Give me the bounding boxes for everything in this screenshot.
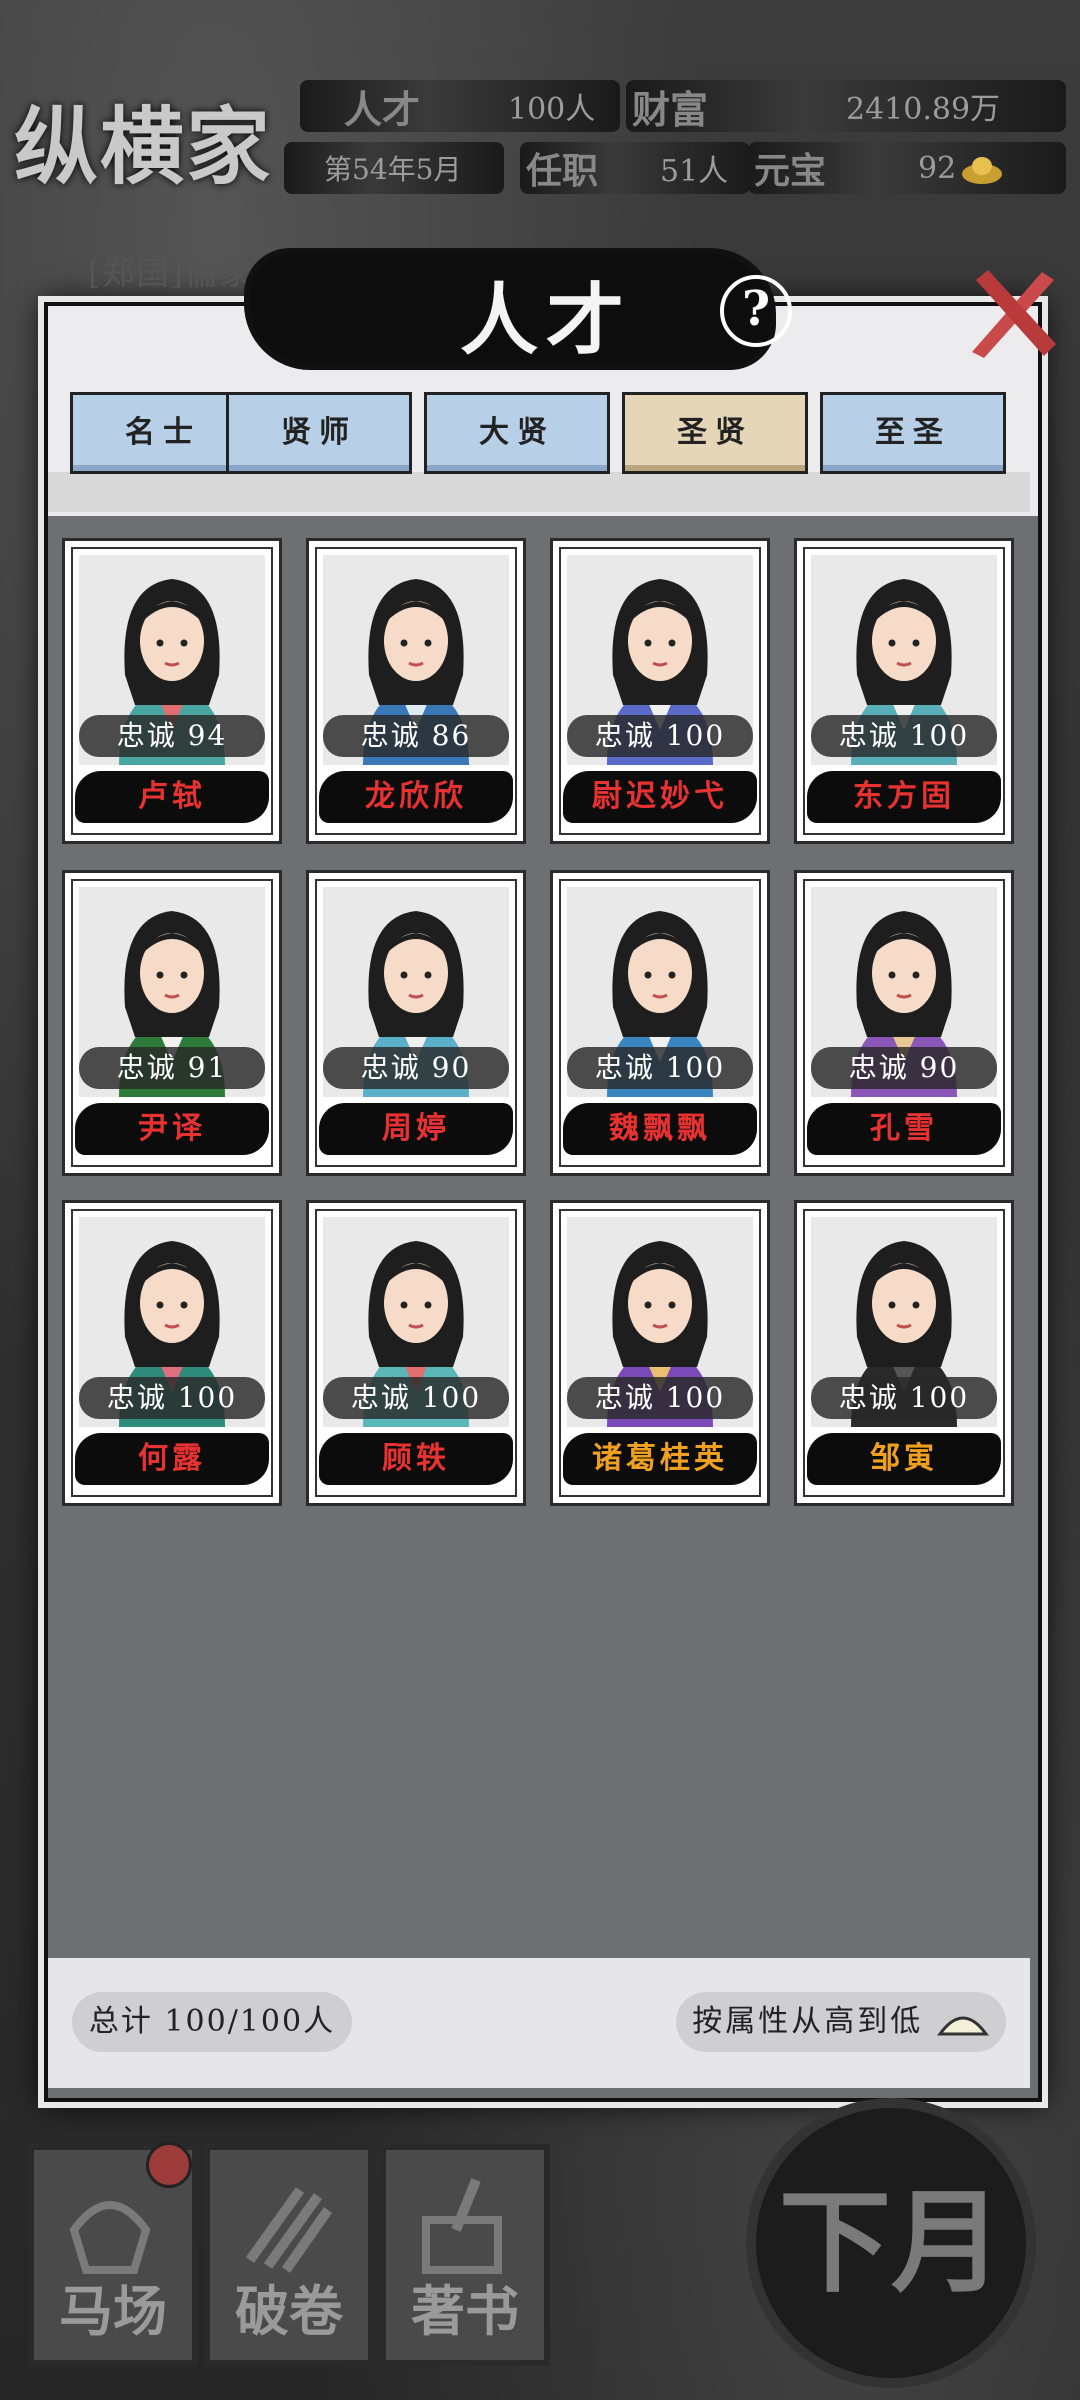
office-label: 任职 <box>526 150 599 192</box>
talent-card[interactable]: 忠诚 86 龙欣欣 <box>306 538 526 844</box>
talent-stat[interactable]: 人才 100人 <box>300 80 620 132</box>
close-icon[interactable] <box>962 262 1062 362</box>
top-hud: 纵横家 人才 100人 财富 2410.89万 第54年5月 任职 51人 元宝… <box>0 70 1080 220</box>
loyalty-badge: 忠诚 90 <box>811 1047 997 1089</box>
sort-label: 按属性从高到低 <box>692 2004 924 2039</box>
loyalty-badge: 忠诚 100 <box>79 1377 265 1419</box>
dialog-title: 人才 <box>460 275 633 366</box>
loyalty-badge: 忠诚 90 <box>323 1047 509 1089</box>
talent-name: 卢轼 <box>75 771 269 823</box>
tab-daxian[interactable]: 大贤 <box>424 392 610 474</box>
write-book-label: 著书 <box>411 2279 519 2343</box>
notification-dot <box>146 2142 192 2188</box>
talent-value: 100人 <box>508 92 596 127</box>
tab-zhisheng[interactable]: 至圣 <box>820 392 1006 474</box>
date-text: 第54年5月 <box>324 153 462 186</box>
talent-card[interactable]: 忠诚 100 诸葛桂英 <box>550 1200 770 1506</box>
talent-card[interactable]: 忠诚 100 东方固 <box>794 538 1014 844</box>
talent-label: 人才 <box>344 86 421 132</box>
loyalty-badge: 忠诚 100 <box>567 1047 753 1089</box>
talent-card[interactable]: 忠诚 90 周婷 <box>306 870 526 1176</box>
yuanbao-label: 元宝 <box>754 150 827 192</box>
office-stat[interactable]: 任职 51人 <box>520 142 750 194</box>
tab-shengxian[interactable]: 圣贤 <box>622 392 808 474</box>
talent-card[interactable]: 忠诚 91 尹译 <box>62 870 282 1176</box>
talent-name: 顾轶 <box>319 1433 513 1485</box>
talent-name: 周婷 <box>319 1103 513 1155</box>
talent-card[interactable]: 忠诚 100 顾轶 <box>306 1200 526 1506</box>
talent-card[interactable]: 忠诚 100 魏飘飘 <box>550 870 770 1176</box>
loyalty-badge: 忠诚 100 <box>567 1377 753 1419</box>
bamboo-scroll-icon <box>245 2187 332 2273</box>
break-scroll-button[interactable]: 破卷 <box>204 2144 374 2366</box>
write-book-button[interactable]: 著书 <box>380 2144 550 2366</box>
office-value: 51人 <box>660 154 729 189</box>
yuanbao-stat[interactable]: 元宝 92 <box>748 142 1066 194</box>
sort-button[interactable]: 按属性从高到低 <box>676 1992 1006 2052</box>
sort-arrow-icon <box>936 2016 989 2036</box>
next-month-button[interactable]: 下月 <box>756 2108 1026 2378</box>
talent-name: 孔雪 <box>807 1103 1001 1155</box>
talent-name: 尹译 <box>75 1103 269 1155</box>
question-icon[interactable]: ? <box>720 275 792 347</box>
talent-card[interactable]: 忠诚 90 孔雪 <box>794 870 1014 1176</box>
talent-name: 魏飘飘 <box>563 1103 757 1155</box>
loyalty-badge: 忠诚 100 <box>811 1377 997 1419</box>
brush-book-icon <box>422 2178 502 2274</box>
talent-name: 东方固 <box>807 771 1001 823</box>
wealth-label: 财富 <box>632 86 709 132</box>
horse-saddle-icon <box>69 2201 151 2274</box>
loyalty-badge: 忠诚 100 <box>323 1377 509 1419</box>
tabs-divider <box>48 472 1030 512</box>
yuanbao-value: 92 <box>918 150 957 186</box>
gold-ingot-icon <box>962 157 1002 184</box>
tab-xianshi[interactable]: 贤师 <box>226 392 412 474</box>
talent-card[interactable]: 忠诚 100 尉迟妙弋 <box>550 538 770 844</box>
loyalty-badge: 忠诚 86 <box>323 715 509 757</box>
talent-card[interactable]: 忠诚 94 卢轼 <box>62 538 282 844</box>
break-scroll-label: 破卷 <box>235 2279 343 2343</box>
date-display: 第54年5月 <box>284 142 504 194</box>
talent-name: 邹寅 <box>807 1433 1001 1485</box>
wealth-stat[interactable]: 财富 2410.89万 <box>626 80 1066 132</box>
talent-name: 龙欣欣 <box>319 771 513 823</box>
talent-name: 何露 <box>75 1433 269 1485</box>
total-count: 总计 100/100人 <box>72 1992 352 2052</box>
wealth-value: 2410.89万 <box>846 92 1001 127</box>
talent-name: 诸葛桂英 <box>563 1433 757 1485</box>
loyalty-badge: 忠诚 91 <box>79 1047 265 1089</box>
loyalty-badge: 忠诚 100 <box>811 715 997 757</box>
talent-card[interactable]: 忠诚 100 邹寅 <box>794 1200 1014 1506</box>
loyalty-badge: 忠诚 94 <box>79 715 265 757</box>
sect-name: 纵横家 <box>14 97 273 196</box>
talent-name: 尉迟妙弋 <box>563 771 757 823</box>
loyalty-badge: 忠诚 100 <box>567 715 753 757</box>
horse-farm-label: 马场 <box>59 2279 167 2343</box>
talent-card[interactable]: 忠诚 100 何露 <box>62 1200 282 1506</box>
